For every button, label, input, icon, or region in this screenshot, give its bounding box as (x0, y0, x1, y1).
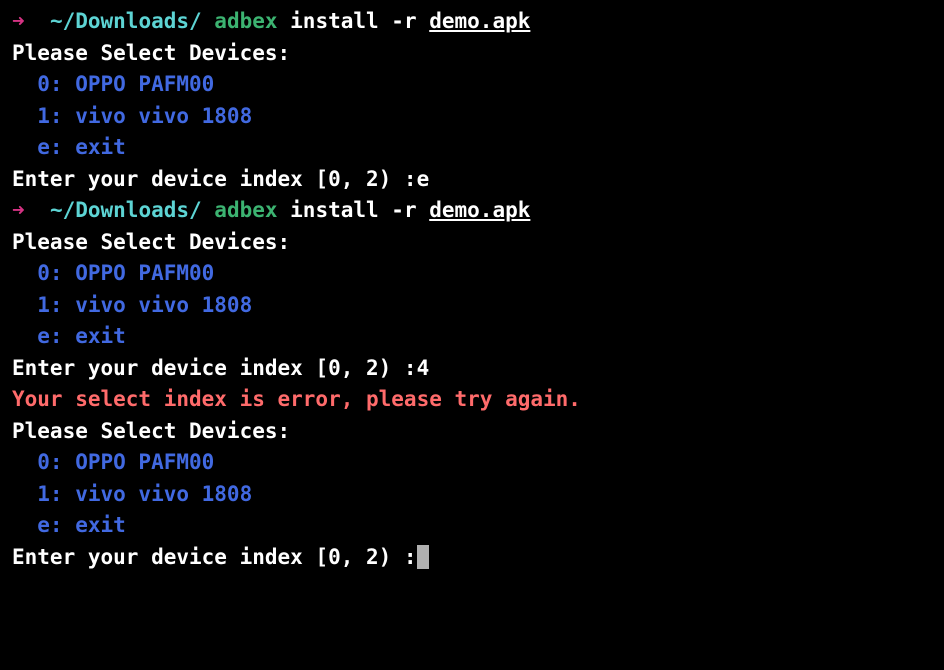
prompt-path: ~/Downloads/ (50, 9, 202, 33)
command-args-pre: install -r (278, 9, 430, 33)
device-option-exit-b: e: exit (12, 321, 932, 353)
device-option-exit-a: e: exit (12, 132, 932, 164)
command-name: adbex (202, 9, 278, 33)
enter-prompt-1[interactable]: Enter your device index [0, 2) :e (12, 164, 932, 196)
device-option-1-c: 1: vivo vivo 1808 (12, 479, 932, 511)
enter-prompt-2[interactable]: Enter your device index [0, 2) :4 (12, 353, 932, 385)
select-header-2: Please Select Devices: (12, 227, 932, 259)
select-header-1: Please Select Devices: (12, 38, 932, 70)
enter-prompt-text-3: Enter your device index [0, 2) : (12, 545, 417, 569)
command-file: demo.apk (429, 9, 530, 33)
enter-prompt-text: Enter your device index [0, 2) : (12, 167, 417, 191)
prompt-line-2: ➜ ~/Downloads/ adbex install -r demo.apk (12, 195, 932, 227)
enter-prompt-3[interactable]: Enter your device index [0, 2) : (12, 542, 932, 574)
error-message: Your select index is error, please try a… (12, 384, 932, 416)
device-option-exit-c: e: exit (12, 510, 932, 542)
command-args-pre-2: install -r (278, 198, 430, 222)
select-header-3: Please Select Devices: (12, 416, 932, 448)
command-file-2: demo.apk (429, 198, 530, 222)
prompt-arrow-icon-2: ➜ (12, 198, 50, 222)
device-option-0-a: 0: OPPO PAFM00 (12, 69, 932, 101)
device-option-0-b: 0: OPPO PAFM00 (12, 258, 932, 290)
prompt-line-1: ➜ ~/Downloads/ adbex install -r demo.apk (12, 6, 932, 38)
prompt-arrow-icon: ➜ (12, 9, 50, 33)
prompt-path-2: ~/Downloads/ (50, 198, 202, 222)
device-option-1-a: 1: vivo vivo 1808 (12, 101, 932, 133)
cursor-icon (417, 545, 429, 569)
user-input-1: e (417, 167, 430, 191)
device-option-1-b: 1: vivo vivo 1808 (12, 290, 932, 322)
device-option-0-c: 0: OPPO PAFM00 (12, 447, 932, 479)
enter-prompt-text-2: Enter your device index [0, 2) : (12, 356, 417, 380)
user-input-2: 4 (417, 356, 430, 380)
command-name-2: adbex (202, 198, 278, 222)
